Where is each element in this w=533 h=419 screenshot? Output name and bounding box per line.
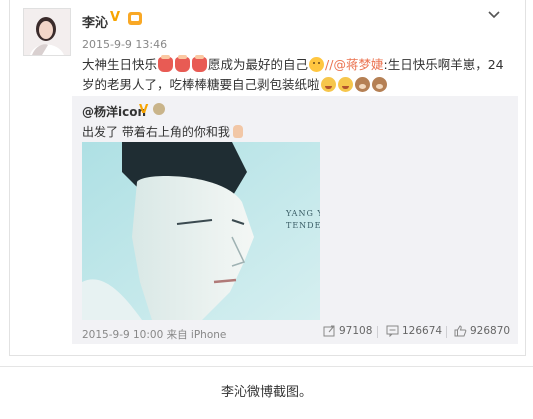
comment-count-button[interactable]: 126674 (386, 325, 442, 337)
repost-icon (323, 325, 335, 337)
like-icon (454, 325, 467, 337)
repost-text-content: 出发了 带着右上角的你和我 (82, 125, 230, 139)
repost-count-button[interactable]: 97108 (323, 325, 372, 337)
repost-text: 出发了 带着右上角的你和我 (82, 123, 243, 140)
post-text-part1: 大神生日快乐 (82, 57, 158, 72)
member-crown-icon[interactable] (128, 12, 142, 25)
weibo-post-card: 李沁 V 2015-9-9 13:46 大神生日快乐 愿成为最好的自己//@蒋梦婕… (9, 0, 526, 356)
post-text: 大神生日快乐 愿成为最好的自己//@蒋梦婕:生日快乐啊羊崽，24岁的老男人了，吃棒… (82, 55, 512, 95)
divider (446, 326, 447, 338)
comment-count: 126674 (402, 325, 443, 337)
like-count-button[interactable]: 926870 (454, 325, 510, 337)
divider (377, 326, 378, 338)
grin-emoji-icon (337, 77, 353, 92)
repost-author[interactable]: @杨洋icon (82, 103, 146, 120)
mention-link[interactable]: @蒋梦婕 (333, 57, 383, 72)
caption-bar: 李沁微博截图。 (0, 366, 533, 419)
chevron-down-icon[interactable] (486, 8, 502, 22)
comment-icon (386, 325, 399, 337)
photo-caption-line2: TENDER I (286, 221, 320, 230)
sun-emoji-icon (309, 57, 325, 72)
author-name[interactable]: 李沁 (82, 12, 108, 31)
repost-time-source[interactable]: 2015-9-9 10:00 来自 iPhone (82, 327, 226, 342)
grin-emoji-icon (320, 77, 336, 92)
reposted-weibo: @杨洋icon V 出发了 带着右上角的你和我 YANG Y TENDE 201… (72, 96, 518, 344)
member-badge-icon[interactable] (153, 103, 165, 115)
post-timestamp[interactable]: 2015-9-9 13:46 (82, 38, 167, 51)
verified-badge-icon: V (139, 102, 149, 116)
avatar[interactable] (23, 8, 71, 56)
bear-emoji-icon (354, 77, 370, 92)
repost-count: 97108 (339, 325, 373, 337)
repost-photo[interactable]: YANG Y TENDER I (82, 142, 320, 320)
bear-emoji-icon (371, 77, 387, 92)
like-count: 926870 (470, 325, 511, 337)
image-caption: 李沁微博截图。 (220, 385, 312, 400)
cake-emoji-icon (158, 55, 174, 72)
pointing-hand-emoji-icon (232, 125, 243, 138)
verified-badge-icon: V (110, 10, 121, 25)
cake-emoji-icon (175, 55, 191, 72)
photo-caption-line1: YANG Y (286, 209, 320, 218)
cake-emoji-icon (192, 55, 208, 72)
post-text-part2: 愿成为最好的自己 (208, 57, 309, 72)
